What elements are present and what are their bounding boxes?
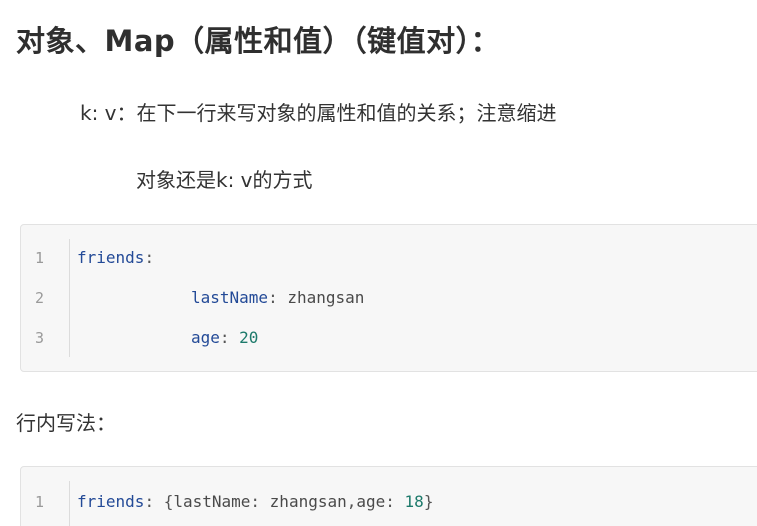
yaml-key: friends: [77, 248, 145, 267]
code-line: 1 friends:: [21, 245, 757, 285]
line-number: 2: [35, 289, 45, 307]
yaml-colon: :: [268, 288, 288, 307]
yaml-number: 20: [239, 328, 259, 347]
yaml-colon: :: [219, 328, 240, 347]
line-code: lastName: zhangsan: [77, 285, 364, 311]
yaml-key: friends: [77, 492, 145, 511]
yaml-inline-key: lastName: [173, 492, 251, 511]
yaml-inline-value: zhangsan: [269, 492, 347, 511]
yaml-key: lastName: [191, 288, 269, 307]
line-code: age: 20: [77, 325, 258, 351]
line-number: 1: [35, 249, 45, 267]
yaml-value: zhangsan: [287, 288, 365, 307]
yaml-inline-key: age: [356, 492, 386, 511]
yaml-key: age: [191, 328, 220, 347]
paragraph-object-kv: 对象还是k: v的方式: [136, 168, 313, 192]
code-line: 1 friends: {lastName: zhangsan,age: 18}: [21, 489, 757, 526]
line-code: friends: {lastName: zhangsan,age: 18}: [77, 489, 433, 515]
document-page: 对象、Map（属性和值）（键值对）： k: v：在下一行来写对象的属性和值的关系…: [0, 0, 757, 526]
code-block-inline[interactable]: 1 friends: {lastName: zhangsan,age: 18}: [20, 466, 757, 526]
yaml-number: 18: [404, 492, 424, 511]
yaml-comma: ,: [346, 492, 357, 511]
line-number: 1: [35, 493, 45, 511]
yaml-brace-open: {: [163, 492, 174, 511]
section-heading: 对象、Map（属性和值）（键值对）：: [16, 24, 501, 58]
yaml-brace-close: }: [423, 492, 434, 511]
code-block-multiline[interactable]: 1 friends: 2 lastName: zhangsan 3 age: 2…: [20, 224, 757, 372]
paragraph-inline-syntax: 行内写法：: [16, 411, 116, 435]
yaml-colon: :: [250, 492, 270, 511]
paragraph-kv-rule: k: v：在下一行来写对象的属性和值的关系；注意缩进: [80, 101, 557, 125]
code-line: 3 age: 20: [21, 325, 757, 365]
yaml-colon: :: [144, 492, 164, 511]
yaml-colon: :: [385, 492, 405, 511]
code-line: 2 lastName: zhangsan: [21, 285, 757, 325]
yaml-colon: :: [144, 248, 155, 267]
line-code: friends:: [77, 245, 154, 271]
line-number: 3: [35, 329, 45, 347]
